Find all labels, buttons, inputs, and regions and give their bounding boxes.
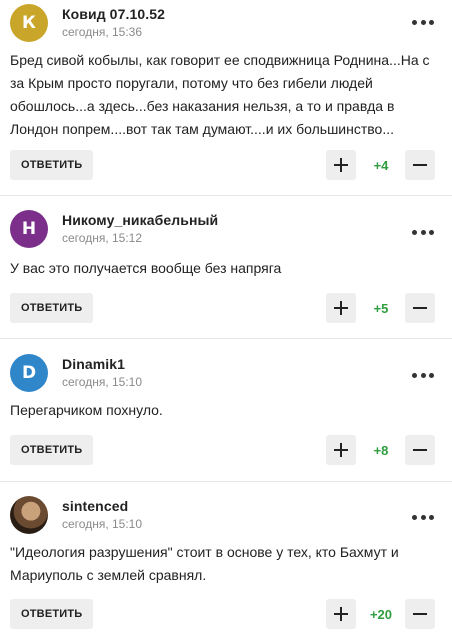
comment-text: "Идеология разрушения" стоит в основе у … (10, 544, 399, 583)
vote-score: +5 (373, 300, 389, 316)
author-name[interactable]: Dinamik1 (62, 356, 125, 372)
vote-score: +4 (373, 157, 389, 173)
reply-button[interactable]: ОТВЕТИТЬ (10, 293, 94, 323)
reply-button[interactable]: ОТВЕТИТЬ (10, 599, 94, 629)
downvote-button[interactable] (405, 435, 435, 465)
minus-icon (413, 307, 427, 309)
divider (0, 481, 452, 482)
author-name[interactable]: Ковид 07.10.52 (62, 6, 165, 22)
avatar[interactable]: D (10, 354, 48, 392)
downvote-button[interactable] (405, 150, 435, 180)
comment-text: У вас это получается вообще без напряга (10, 260, 282, 276)
avatar[interactable] (10, 496, 48, 534)
upvote-button[interactable] (326, 293, 356, 323)
more-options-icon[interactable] (412, 227, 434, 237)
more-options-icon[interactable] (412, 17, 434, 27)
reply-button[interactable]: ОТВЕТИТЬ (10, 150, 94, 180)
reply-button[interactable]: ОТВЕТИТЬ (10, 435, 94, 465)
upvote-button[interactable] (326, 435, 356, 465)
divider (0, 338, 452, 339)
comment-time: сегодня, 15:10 (62, 517, 143, 531)
comment-time: сегодня, 15:10 (62, 375, 143, 389)
downvote-button[interactable] (405, 599, 435, 629)
upvote-button[interactable] (326, 599, 356, 629)
downvote-button[interactable] (405, 293, 435, 323)
more-options-icon[interactable] (412, 512, 434, 522)
vote-score: +8 (373, 442, 389, 458)
author-name[interactable]: Никому_никабельный (62, 212, 218, 228)
comment-time: сегодня, 15:36 (62, 25, 143, 39)
comment-time: сегодня, 15:12 (62, 231, 143, 245)
avatar[interactable]: К (10, 4, 48, 42)
vote-score: +20 (369, 606, 393, 622)
upvote-button[interactable] (326, 150, 356, 180)
minus-icon (413, 613, 427, 615)
avatar[interactable]: Н (10, 210, 48, 248)
minus-icon (413, 449, 427, 451)
minus-icon (413, 164, 427, 166)
comment-text: Бред сивой кобылы, как говорит ее сподви… (10, 52, 430, 137)
author-name[interactable]: sintenced (62, 498, 128, 514)
divider (0, 195, 452, 196)
comment-text: Перегарчиком похнуло. (10, 402, 163, 418)
more-options-icon[interactable] (412, 370, 434, 380)
